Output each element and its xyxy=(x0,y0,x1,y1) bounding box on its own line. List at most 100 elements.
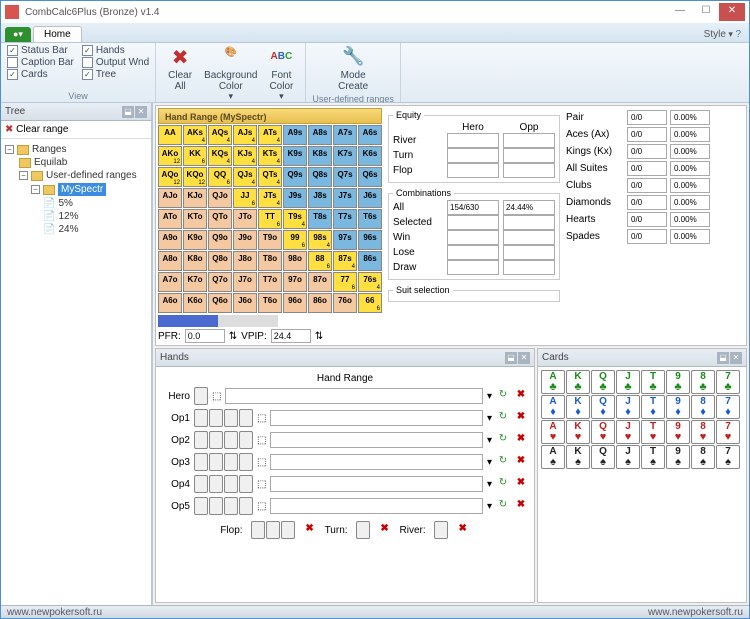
hand-cell[interactable]: T6s xyxy=(358,209,382,229)
chk-output-wnd[interactable]: Output Wnd xyxy=(82,57,149,68)
card-K♦[interactable]: K♦ xyxy=(566,395,590,419)
range-op4[interactable] xyxy=(270,476,483,492)
hand-cell[interactable]: Q8o xyxy=(208,251,232,271)
tab-home[interactable]: Home xyxy=(33,26,82,42)
hand-cell[interactable]: J9o xyxy=(233,230,257,250)
hand-cell[interactable]: Q7o xyxy=(208,272,232,292)
hand-cell[interactable]: 87s4 xyxy=(333,251,357,271)
turn-hero[interactable] xyxy=(447,148,499,163)
card-A♠[interactable]: A♠ xyxy=(541,445,565,469)
hand-cell[interactable]: AJo xyxy=(158,188,182,208)
hand-cell[interactable]: 886 xyxy=(308,251,332,271)
hand-cell[interactable]: 98o xyxy=(283,251,307,271)
hand-cell[interactable]: QTs4 xyxy=(258,167,282,187)
hand-cell[interactable]: 76s4 xyxy=(358,272,382,292)
close-button[interactable]: ✕ xyxy=(719,3,745,21)
comb-sel[interactable] xyxy=(447,215,499,230)
apply-op3[interactable]: ↻ xyxy=(496,455,510,469)
river-hero[interactable] xyxy=(447,133,499,148)
clear-op2[interactable]: ✖ xyxy=(514,433,528,447)
hand-cell[interactable]: JTo xyxy=(233,209,257,229)
hand-cell[interactable]: J6s xyxy=(358,188,382,208)
hand-grid[interactable]: AAAKs4AQs4AJs4ATs4A9sA8sA7sA6sAKo12KK6KQ… xyxy=(158,125,382,313)
clear-op5[interactable]: ✖ xyxy=(514,499,528,513)
hand-cell[interactable]: 76o xyxy=(333,293,357,313)
tree-24pct[interactable]: 24% xyxy=(58,224,78,235)
comb-lose[interactable] xyxy=(447,245,499,260)
hand-cell[interactable]: KTs4 xyxy=(258,146,282,166)
card-Q♠[interactable]: Q♠ xyxy=(591,445,615,469)
flop-clear[interactable]: ✖ xyxy=(303,523,317,537)
minimize-button[interactable]: — xyxy=(667,3,693,21)
hand-cell[interactable]: K9s xyxy=(283,146,307,166)
range-op5[interactable] xyxy=(270,498,483,514)
hand-cell[interactable]: Q7s xyxy=(333,167,357,187)
card-9♦[interactable]: 9♦ xyxy=(666,395,690,419)
hand-cell[interactable]: 97s xyxy=(333,230,357,250)
hand-cell[interactable]: J8o xyxy=(233,251,257,271)
tree-myspectr[interactable]: MySpectr xyxy=(58,183,106,196)
hand-cell[interactable]: JJ6 xyxy=(233,188,257,208)
turn-card[interactable] xyxy=(356,521,370,539)
hand-cell[interactable]: T7o xyxy=(258,272,282,292)
comb-win[interactable] xyxy=(447,230,499,245)
card-A♣[interactable]: A♣ xyxy=(541,370,565,394)
hand-cell[interactable]: J6o xyxy=(233,293,257,313)
flop-opp[interactable] xyxy=(503,163,555,178)
card-K♥[interactable]: K♥ xyxy=(566,420,590,444)
hand-cell[interactable]: ATs4 xyxy=(258,125,282,145)
hand-cell[interactable]: AQs4 xyxy=(208,125,232,145)
hand-cell[interactable]: T6o xyxy=(258,293,282,313)
hand-cell[interactable]: QJo xyxy=(208,188,232,208)
hand-cell[interactable]: T9s4 xyxy=(283,209,307,229)
range-op1[interactable] xyxy=(270,410,483,426)
hand-cell[interactable]: A9s xyxy=(283,125,307,145)
card-9♣[interactable]: 9♣ xyxy=(666,370,690,394)
comb-win-pct[interactable] xyxy=(503,230,555,245)
apply-op4[interactable]: ↻ xyxy=(496,477,510,491)
style-dropdown[interactable]: Style ▾ ? xyxy=(696,27,749,42)
pfr-input[interactable] xyxy=(185,329,225,343)
hand-cell[interactable]: Q6o xyxy=(208,293,232,313)
hands-pin-button[interactable]: ⬓ xyxy=(505,352,517,364)
bg-color-button[interactable]: 🎨Background Color▾ xyxy=(198,45,263,104)
cards-pin-button[interactable]: ⬓ xyxy=(717,352,729,364)
clear-op4[interactable]: ✖ xyxy=(514,477,528,491)
card-J♦[interactable]: J♦ xyxy=(616,395,640,419)
comb-sel-pct[interactable] xyxy=(503,215,555,230)
card-Q♣[interactable]: Q♣ xyxy=(591,370,615,394)
tree-close-button[interactable]: ✕ xyxy=(135,106,147,118)
chk-tree[interactable]: ✓Tree xyxy=(82,69,149,80)
hand-cell[interactable]: ATo xyxy=(158,209,182,229)
tree-equilab[interactable]: Equilab xyxy=(34,157,67,168)
hand-cell[interactable]: 96o xyxy=(283,293,307,313)
card-K♣[interactable]: K♣ xyxy=(566,370,590,394)
hand-cell[interactable]: 666 xyxy=(358,293,382,313)
hand-cell[interactable]: QJs4 xyxy=(233,167,257,187)
chk-cards[interactable]: ✓Cards xyxy=(7,69,74,80)
tree-5pct[interactable]: 5% xyxy=(58,198,72,209)
hand-cell[interactable]: QQ6 xyxy=(208,167,232,187)
hand-cell[interactable]: K8o xyxy=(183,251,207,271)
card-Q♦[interactable]: Q♦ xyxy=(591,395,615,419)
app-menu-button[interactable]: ●▾ xyxy=(5,27,31,42)
hand-cell[interactable]: A6o xyxy=(158,293,182,313)
hand-cell[interactable]: KTo xyxy=(183,209,207,229)
card-7♥[interactable]: 7♥ xyxy=(716,420,740,444)
range-hero[interactable] xyxy=(225,388,483,404)
hand-cell[interactable]: T9o xyxy=(258,230,282,250)
clear-op1[interactable]: ✖ xyxy=(514,411,528,425)
hand-cell[interactable]: 98s4 xyxy=(308,230,332,250)
flop-card[interactable] xyxy=(281,521,295,539)
tree-ranges[interactable]: Ranges xyxy=(32,144,66,155)
card-9♠[interactable]: 9♠ xyxy=(666,445,690,469)
apply-op1[interactable]: ↻ xyxy=(496,411,510,425)
hand-cell[interactable]: T8s xyxy=(308,209,332,229)
font-color-button[interactable]: ABCFont Color▾ xyxy=(263,45,299,104)
card-T♠[interactable]: T♠ xyxy=(641,445,665,469)
comb-draw[interactable] xyxy=(447,260,499,275)
hand-cell[interactable]: A8s xyxy=(308,125,332,145)
hand-cell[interactable]: A7s xyxy=(333,125,357,145)
hand-cell[interactable]: JTs4 xyxy=(258,188,282,208)
clear-range-button[interactable]: Clear range xyxy=(16,124,68,135)
